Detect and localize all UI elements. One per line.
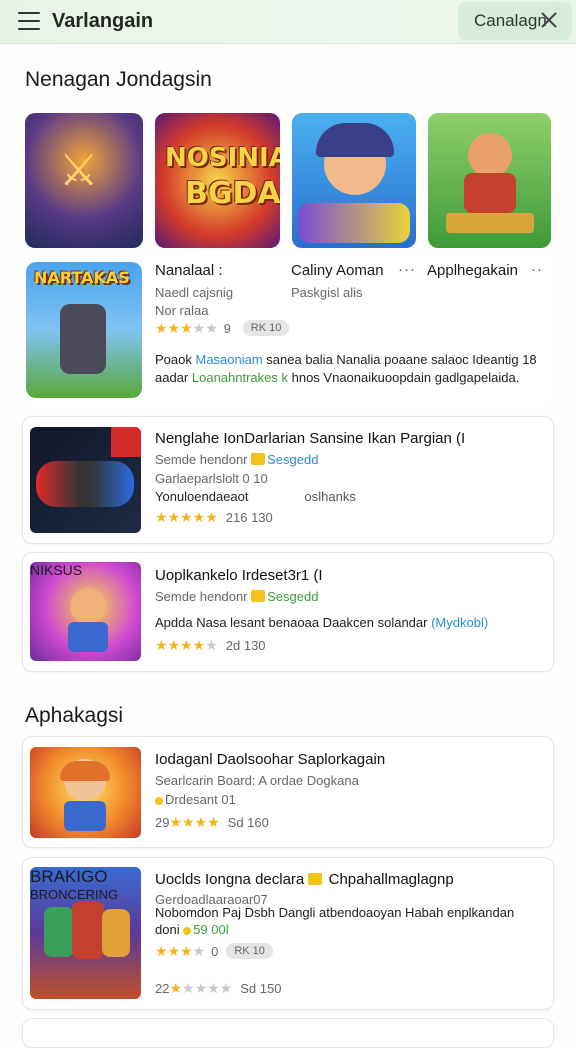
hero-body — [68, 622, 108, 652]
knight-figure — [60, 304, 106, 374]
list-item-description: Apdda Nasa lesant benaoaa Daakcen soland… — [155, 615, 489, 630]
rating-stars: ★★★★ 0 RK 10 — [155, 943, 273, 960]
menu-icon[interactable] — [18, 12, 40, 30]
list-item-developer: Semde hendonr Sesgedd — [155, 589, 319, 604]
character-thumbnail — [30, 747, 141, 838]
game-tile-hero[interactable]: ⚔ — [25, 113, 143, 248]
list-item[interactable] — [22, 1018, 554, 1048]
app-title: Varlangain — [52, 10, 154, 32]
character-body — [64, 801, 106, 831]
list-item-title: Uoplkankelo Irdeset3r1 (I — [155, 567, 323, 584]
tile-logo-bottom: BGDA — [185, 176, 280, 211]
hero-thumbnail: NIKSUS — [30, 562, 141, 661]
featured-title-1: Nanalaal : — [155, 262, 223, 279]
warrior-icon: ⚔ — [59, 146, 99, 195]
list-item-tag: Drdesant 01 — [155, 792, 236, 807]
top-app-bar: Varlangain Canalagn — [0, 0, 576, 44]
tag-icon — [155, 797, 163, 805]
cap-shape — [316, 123, 394, 157]
corner-badge — [111, 427, 141, 457]
tile-banner — [446, 213, 534, 233]
game-tile-adventure[interactable] — [428, 113, 551, 248]
character-body — [464, 173, 516, 213]
thumbnail-logo-top: BRAKIGO — [30, 867, 108, 886]
list-item-meta: Garlaeparlslolt 0 10 — [155, 471, 268, 486]
gamepad-icon — [36, 461, 134, 507]
controller-thumbnail — [30, 427, 141, 533]
list-item-description-2: doni 59 00l — [155, 922, 229, 937]
more-options-icon[interactable]: ··· — [398, 261, 416, 278]
rating-stars: 29★★★★ Sd 160 — [155, 814, 269, 830]
tag-icon — [308, 873, 323, 885]
featured-sub-1: Naedl cajsnig — [155, 285, 234, 300]
hair-shape — [60, 761, 110, 781]
rating-stars: ★★★★★ 2d 130 — [155, 637, 266, 653]
list-item-title: Nenglahe IonDarlarian Sansine Ikan Pargi… — [155, 430, 466, 447]
character-1 — [44, 907, 74, 957]
list-item-developer: Semde hendonr Sesgedd — [155, 452, 319, 467]
character-head — [468, 133, 512, 177]
featured-title-3: Applhegakain — [427, 262, 518, 279]
featured-rating-value: 9 — [223, 321, 231, 336]
thumbnail-logo: NIKSUS — [30, 562, 83, 578]
tag-icon — [251, 453, 266, 465]
character-2 — [72, 901, 104, 959]
hero-head — [70, 588, 106, 624]
rating-stars: ★★★★★ 216 130 — [155, 509, 273, 525]
game-tile-controller[interactable] — [292, 113, 416, 248]
featured-sub-3: Paskgisl alis — [291, 285, 363, 300]
list-item-developer: Searlcarin Board: A ordae Dogkana — [155, 773, 359, 788]
list-item-title: Uoclds Iongna declara Chpahallmaglagnp — [155, 871, 454, 888]
list-item-line: Yonuloendaeaot oslhanks — [155, 489, 356, 504]
list-item-title: Iodaganl Daolsoohar Saplorkagain — [155, 751, 386, 768]
character-3 — [102, 909, 130, 957]
featured-rating-stars: ★★★★★ 9 RK 10 — [155, 320, 290, 337]
team-thumbnail: BRAKIGO BRONCERING — [30, 867, 141, 999]
rating-stars-2: 22★★★★★ Sd 150 — [155, 980, 282, 996]
game-tile-badge[interactable]: NOSINIA BGDA — [155, 113, 280, 248]
cancel-button[interactable]: Canalagn — [458, 2, 572, 40]
thumbnail-logo-bottom: BRONCERING — [30, 887, 119, 902]
tile-logo-top: NOSINIA — [165, 143, 280, 173]
featured-sub-2: Nor ralaa — [155, 303, 209, 318]
featured-pill: RK 10 — [242, 320, 290, 336]
close-icon — [540, 11, 558, 29]
section-title-featured: Nenagan Jondagsin — [25, 68, 212, 91]
cancel-label: Canalagn — [474, 11, 547, 30]
gamepad-shape — [298, 203, 410, 243]
featured-title-2: Caliny Aoman — [291, 262, 384, 279]
list-item-description: Nobomdon Paj Dsbh Dangli atbendoaoyan Ha… — [155, 905, 515, 920]
tag-icon — [251, 590, 266, 602]
section-title-apps: Aphakagsi — [25, 704, 124, 727]
tag-icon — [183, 927, 192, 935]
featured-card-image[interactable]: NARTAKAS — [26, 262, 142, 398]
more-options-icon-2[interactable]: ·· — [531, 261, 543, 278]
featured-card-logo: NARTAKAS — [34, 268, 130, 287]
featured-description: Poaok Masaoniam sanea balia Nanalia poaa… — [155, 352, 537, 385]
